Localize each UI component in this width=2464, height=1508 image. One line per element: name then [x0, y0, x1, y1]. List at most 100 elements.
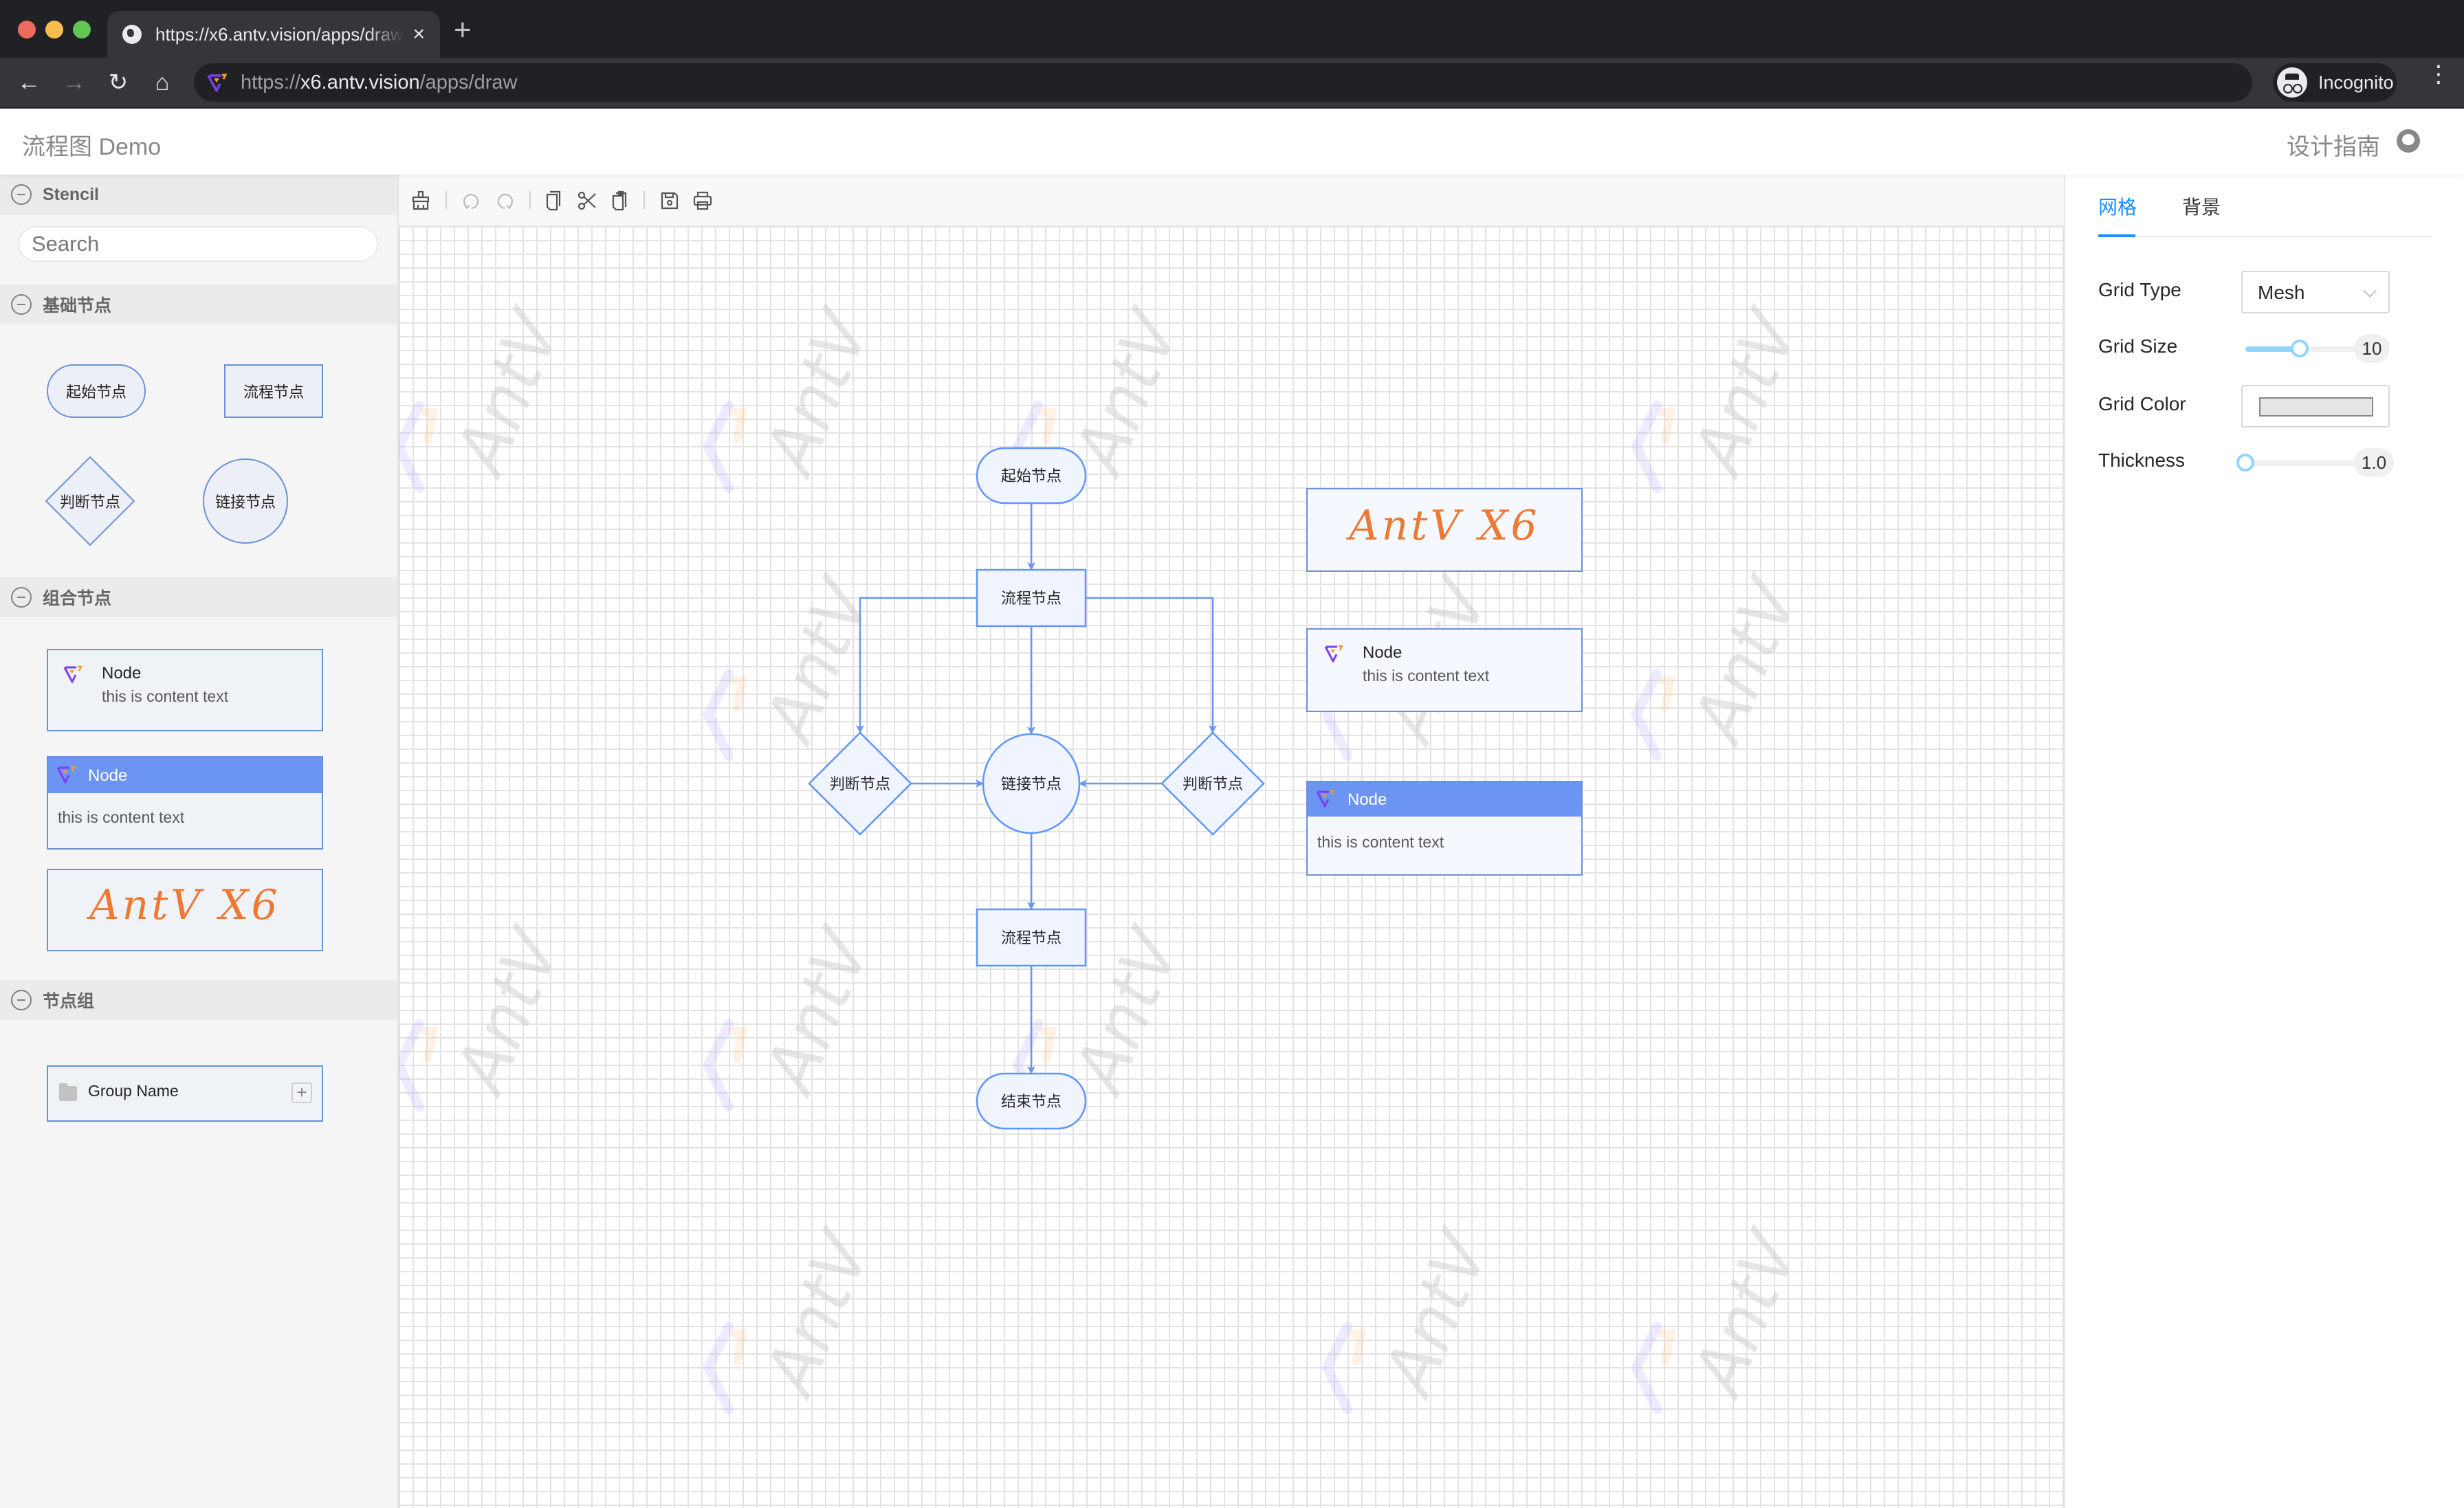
edge-process1-to-decision-left[interactable]	[856, 597, 977, 733]
page-title: 流程图 Demo	[22, 134, 162, 160]
incognito-icon	[2277, 67, 2307, 98]
stencil-group-basic[interactable]: 基础节点	[0, 285, 397, 324]
stencil-link-node[interactable]: 链接节点	[203, 458, 288, 544]
slider-handle[interactable]	[2236, 454, 2254, 472]
save-icon	[661, 192, 679, 210]
card-title: Node	[1348, 790, 1387, 809]
tab-grid[interactable]: 网格	[2098, 192, 2137, 220]
home-button[interactable]: ⌂	[147, 67, 177, 98]
scissors-icon	[578, 191, 596, 210]
incognito-label: Incognito	[2318, 71, 2394, 93]
copy-button[interactable]	[543, 190, 565, 212]
node-start[interactable]: 起始节点	[976, 447, 1087, 504]
paste-icon	[612, 190, 627, 211]
card-text: this is content text	[58, 808, 185, 826]
browser-tab[interactable]: https://x6.antv.vision/apps/draw ×	[107, 11, 440, 58]
antv-x6-logo-text: AntV X6	[89, 881, 280, 929]
collapse-icon[interactable]	[11, 990, 32, 1010]
print-button[interactable]	[692, 190, 714, 212]
card-title: Node	[1363, 643, 1402, 662]
group-title: 节点组	[43, 992, 95, 1011]
window-minimize-button[interactable]	[45, 21, 63, 38]
node-label: 链接节点	[1001, 776, 1062, 793]
antv-x6-logo-text: AntV X6	[1349, 502, 1540, 550]
stencil-group-node-group[interactable]: 节点组	[0, 980, 397, 1020]
stencil-group-node[interactable]: Group Name +	[47, 1065, 323, 1122]
toolbar-divider	[446, 191, 447, 209]
browser-menu-button[interactable]: ⋮	[2427, 63, 2450, 86]
tab-background[interactable]: 背景	[2182, 192, 2221, 220]
node-label: 链接节点	[214, 494, 276, 511]
stencil-header[interactable]: Stencil	[0, 175, 397, 214]
github-icon[interactable]	[2397, 129, 2420, 153]
cut-button[interactable]	[576, 190, 598, 212]
node-end[interactable]: 结束节点	[976, 1072, 1087, 1130]
url-host: x6.antv.vision	[300, 71, 420, 93]
stencil-sidebar: Stencil 基础节点 起始节点 流程节点 判断节点 链接节点 组合节点 No…	[0, 175, 399, 1508]
redo-icon	[497, 193, 514, 210]
stencil-search-input[interactable]	[18, 226, 378, 262]
collapse-icon[interactable]	[11, 294, 32, 315]
toolbar-divider	[644, 191, 645, 209]
redo-button[interactable]	[494, 190, 516, 212]
paste-button[interactable]	[609, 190, 631, 212]
color-swatch	[2259, 397, 2373, 417]
slider-handle[interactable]	[2291, 340, 2309, 357]
node-process1[interactable]: 流程节点	[976, 568, 1087, 628]
thickness-slider[interactable]	[2236, 454, 2366, 472]
save-button[interactable]	[659, 190, 681, 212]
back-button[interactable]: ←	[14, 67, 44, 98]
forward-button[interactable]: →	[59, 67, 89, 98]
toolbar-divider	[529, 191, 531, 209]
undo-button[interactable]	[461, 190, 483, 212]
thickness-label: Thickness	[2098, 450, 2186, 471]
canvas-icon-card-node[interactable]: Node this is content text	[1306, 628, 1583, 712]
x6-logo-icon	[1316, 790, 1336, 808]
reload-button[interactable]: ↻	[103, 67, 133, 98]
edge-process1-to-decision-right[interactable]	[1086, 597, 1217, 733]
copy-icon	[546, 190, 561, 211]
grid-type-value: Mesh	[2258, 282, 2305, 303]
url-path: /apps/draw	[419, 71, 518, 93]
url-scheme: https://	[241, 71, 301, 93]
node-decision-left[interactable]: 判断节点	[808, 731, 912, 836]
x6-logo-icon	[1324, 645, 1344, 663]
flowchart: 起始节点流程节点判断节点 链接节点 判断节点流程节点结束节点	[808, 447, 1265, 1130]
broom-icon	[412, 190, 430, 210]
window-close-button[interactable]	[18, 21, 36, 38]
stencil-logo-card-node[interactable]: AntV X6	[47, 869, 323, 951]
design-guide-link[interactable]: 设计指南	[2287, 128, 2380, 162]
tab-title: https://x6.antv.vision/apps/draw	[155, 23, 404, 45]
node-link[interactable]: 链接节点	[982, 733, 1081, 834]
canvas-logo-card-node[interactable]: AntV X6	[1306, 488, 1583, 572]
print-icon	[693, 191, 712, 210]
grid-type-select[interactable]: Mesh	[2241, 271, 2390, 313]
grid-size-slider[interactable]	[2245, 340, 2366, 357]
grid-color-picker[interactable]	[2241, 385, 2390, 428]
diagram-canvas[interactable]: AntV AntV AntV AntV AntV AntV AntV AntV …	[399, 227, 2064, 1508]
stencil-header-card-node[interactable]: Node this is content text	[47, 756, 323, 850]
node-decision-right[interactable]: 判断节点	[1160, 731, 1265, 836]
stencil-start-node[interactable]: 起始节点	[47, 364, 146, 418]
node-process2[interactable]: 流程节点	[976, 908, 1087, 967]
incognito-badge[interactable]: Incognito	[2273, 63, 2397, 102]
window-maximize-button[interactable]	[73, 21, 91, 38]
url-field[interactable]: https:// x6.antv.vision /apps/draw	[194, 63, 2252, 102]
stencil-process-node[interactable]: 流程节点	[224, 364, 323, 418]
node-label: 判断节点	[1182, 776, 1243, 793]
new-tab-button[interactable]: +	[454, 15, 472, 45]
group-add-button[interactable]: +	[292, 1083, 312, 1103]
stencil-icon-card-node[interactable]: Node this is content text	[47, 649, 323, 731]
group-name: Group Name	[88, 1082, 179, 1100]
tab-close-button[interactable]: ×	[412, 24, 425, 45]
stencil-group-combined[interactable]: 组合节点	[0, 577, 397, 617]
x6-logo-icon	[207, 74, 227, 92]
folder-icon	[59, 1083, 77, 1101]
collapse-icon[interactable]	[11, 184, 32, 205]
clear-button[interactable]	[410, 190, 432, 212]
stencil-decision-node[interactable]: 判断节点	[45, 456, 135, 546]
node-label: 流程节点	[1001, 930, 1062, 947]
collapse-icon[interactable]	[11, 587, 32, 608]
canvas-header-card-node[interactable]: Node this is content text	[1306, 781, 1583, 876]
browser-tab-bar: https://x6.antv.vision/apps/draw × +	[0, 0, 2464, 58]
